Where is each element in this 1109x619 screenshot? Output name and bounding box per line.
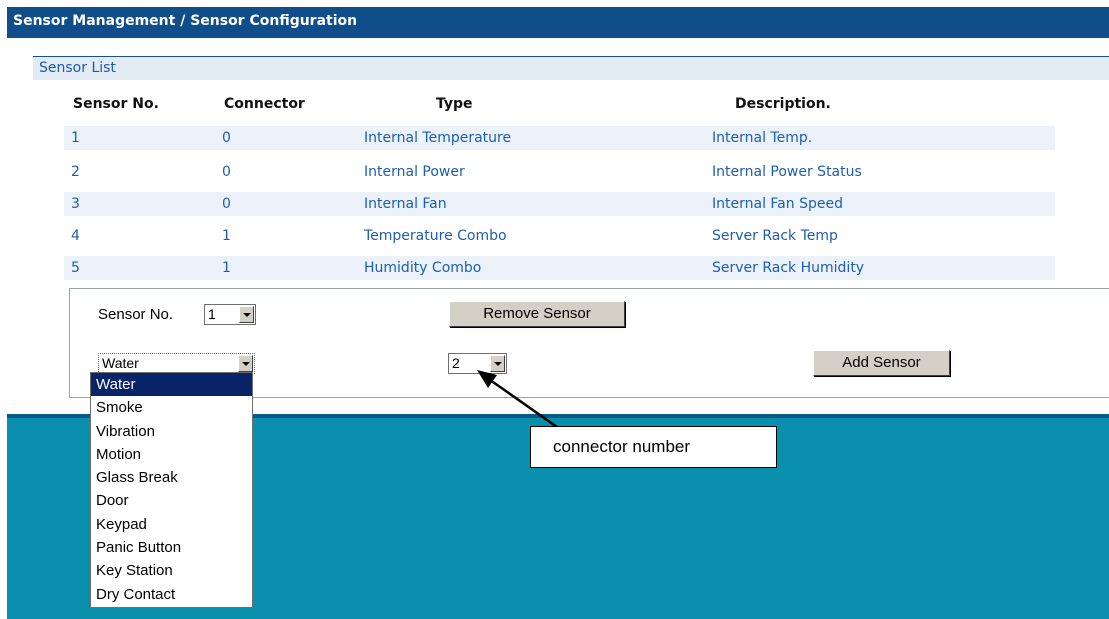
callout-arrow [477,370,558,429]
connector-number-callout: connector number [530,426,777,468]
